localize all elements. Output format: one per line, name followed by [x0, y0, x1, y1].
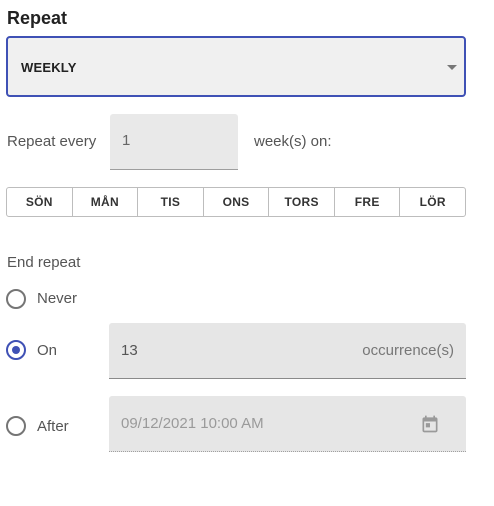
weekday-button-fri[interactable]: FRE — [335, 188, 401, 216]
weekday-button-mon[interactable]: MÅN — [73, 188, 139, 216]
end-date-value: 09/12/2021 10:00 AM — [121, 415, 264, 432]
radio-never[interactable] — [6, 289, 26, 309]
interval-unit-label: week(s) on: — [254, 133, 332, 150]
dropdown-caret-icon — [447, 65, 457, 70]
weekday-button-tue[interactable]: TIS — [138, 188, 204, 216]
radio-after-label[interactable]: After — [37, 418, 69, 435]
repeat-interval-input[interactable]: 1 — [110, 114, 238, 170]
end-date-input[interactable]: 09/12/2021 10:00 AM — [109, 396, 466, 452]
weekday-button-wed[interactable]: ONS — [204, 188, 270, 216]
occurrences-value: 13 — [121, 342, 138, 359]
radio-on-label[interactable]: On — [37, 342, 57, 359]
weekday-toggle-group: SÖN MÅN TIS ONS TORS FRE LÖR — [6, 187, 466, 217]
repeat-every-label: Repeat every — [7, 133, 97, 150]
occurrences-input[interactable]: 13 occurrence(s) — [109, 323, 466, 379]
repeat-title: Repeat — [7, 8, 68, 28]
repeat-interval-value: 1 — [122, 132, 131, 149]
radio-after[interactable] — [6, 416, 26, 436]
radio-never-label[interactable]: Never — [37, 290, 77, 307]
repeat-frequency-select[interactable]: WEEKLY — [6, 36, 466, 97]
radio-on[interactable] — [6, 340, 26, 360]
weekday-button-sun[interactable]: SÖN — [7, 188, 73, 216]
repeat-frequency-value: WEEKLY — [21, 60, 77, 75]
weekday-button-sat[interactable]: LÖR — [400, 188, 465, 216]
weekday-button-thu[interactable]: TORS — [269, 188, 335, 216]
occurrences-suffix: occurrence(s) — [362, 342, 454, 359]
calendar-icon[interactable] — [420, 414, 440, 434]
end-repeat-label: End repeat — [7, 254, 81, 271]
